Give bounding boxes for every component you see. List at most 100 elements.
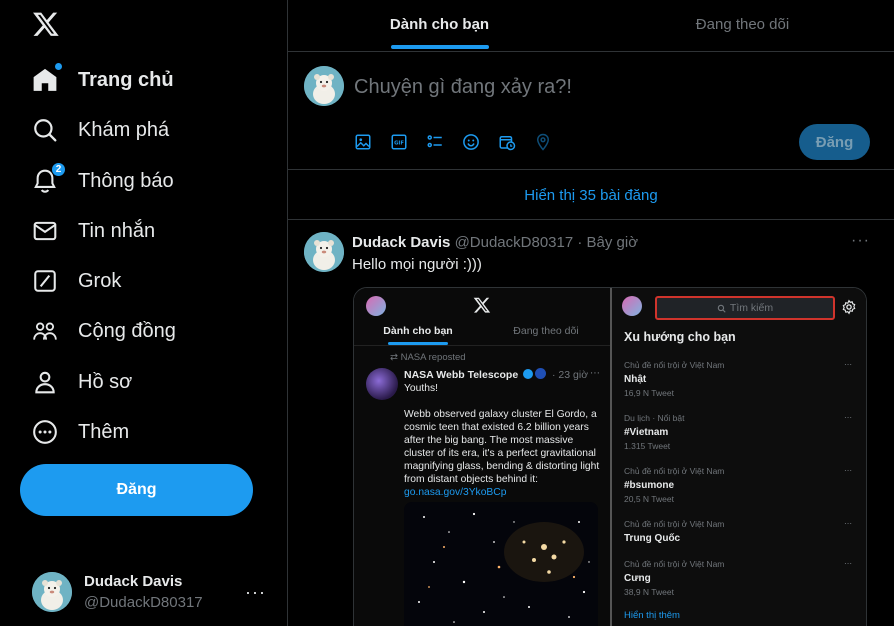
nav-label: Thêm (78, 420, 130, 443)
bell-icon: 2 (32, 162, 66, 194)
embedded-tab-underline (388, 342, 448, 345)
compose-input[interactable]: Chuyện gì đang xảy ra?! (354, 76, 572, 99)
nav-label: Hồ sơ (78, 370, 133, 393)
trend-count: 16,9 N Tweet (624, 388, 674, 398)
nav-label: Tin nhắn (78, 219, 156, 242)
galaxy-image (404, 502, 598, 626)
trend-name: Cưng (624, 573, 651, 584)
embedded-tab-label: Đang theo dõi (513, 325, 579, 337)
nav-profile[interactable]: Hồ sơ (32, 364, 132, 400)
nav-notifications[interactable]: 2 Thông báo (32, 162, 174, 199)
trend-more-icon: ⋯ (844, 413, 852, 422)
post-submit-button[interactable]: Đăng (799, 124, 870, 160)
tab-label: Đang theo dõi (695, 16, 790, 33)
avatar (32, 572, 72, 612)
tweet-media-image[interactable]: Dành cho bạn Đang theo dõi ⇄ NASA repost… (353, 287, 867, 626)
trend-item: Chủ đề nổi trội ở Việt Nam Nhật 16,9 N T… (624, 360, 854, 398)
tweet-meta: @DudackD80317 · Bây giờ (454, 234, 639, 251)
location-icon[interactable] (534, 132, 570, 152)
trends-show-more: Hiển thị thêm (624, 610, 680, 621)
embedded-timeline: Dành cho bạn Đang theo dõi ⇄ NASA repost… (354, 288, 610, 626)
gif-icon[interactable]: GIF (390, 132, 426, 152)
trend-item: Chủ đề nổi trội ở Việt Nam Cưng 38,9 N T… (624, 559, 854, 597)
poll-icon[interactable] (426, 132, 462, 152)
nav-explore[interactable]: Khám phá (32, 112, 169, 148)
tab-label: Dành cho bạn (389, 16, 490, 33)
avatar[interactable] (304, 66, 344, 106)
embedded-trends: Tìm kiếm Xu hướng cho bạn Chủ đề nổi trộ… (610, 288, 866, 626)
new-dot (55, 63, 62, 70)
avatar[interactable] (304, 232, 344, 272)
embedded-tweet-header: NASA Webb Telescope · 23 giờ (404, 368, 588, 381)
compose-toolbar: GIF (354, 132, 570, 152)
trend-more-icon: ⋯ (844, 360, 852, 369)
tab-for-you[interactable]: Dành cho bạn (288, 0, 591, 51)
embedded-link: go.nasa.gov/3YkoBCp (404, 487, 507, 498)
x-logo-icon (473, 297, 491, 313)
left-sidebar: Trang chủ Khám phá 2 Thông báo Tin nhắn … (0, 0, 288, 626)
account-switcher[interactable]: Dudack Davis @DudackD80317 ··· (32, 568, 272, 616)
person-icon (32, 369, 58, 395)
trend-context: Chủ đề nổi trội ở Việt Nam (624, 519, 725, 529)
trend-count: 38,9 N Tweet (624, 587, 674, 597)
people-icon (32, 318, 58, 344)
trend-count: 1.315 Tweet (624, 441, 671, 451)
home-icon (32, 63, 62, 93)
nav-more[interactable]: Thêm (32, 414, 129, 450)
x-logo-icon[interactable] (32, 10, 60, 38)
notification-badge: 2 (51, 162, 66, 177)
timeline-tabs: Dành cho bạn Đang theo dõi (288, 0, 894, 52)
trend-name: #Vietnam (624, 427, 669, 438)
trend-more-icon: ⋯ (844, 519, 852, 528)
gear-icon (842, 299, 856, 315)
trend-name: #bsumone (624, 480, 675, 491)
envelope-icon (32, 218, 58, 244)
trend-more-icon: ⋯ (844, 466, 852, 475)
nav-messages[interactable]: Tin nhắn (32, 213, 155, 249)
more-dots-icon[interactable]: ··· (245, 582, 266, 603)
embedded-tab: Đang theo dõi (482, 318, 610, 345)
trend-context: Chủ đề nổi trội ở Việt Nam (624, 559, 725, 569)
nasa-logo-icon (535, 368, 547, 379)
nav-label: Cộng đồng (78, 319, 176, 342)
account-name: Dudack Davis (84, 573, 183, 590)
nav-label: Grok (78, 269, 122, 292)
image-icon[interactable] (354, 132, 390, 152)
nav-communities[interactable]: Cộng đồng (32, 313, 176, 349)
embedded-avatar (622, 296, 642, 316)
post-button[interactable]: Đăng (20, 464, 253, 516)
nav-home[interactable]: Trang chủ (32, 62, 174, 98)
more-circle-icon (32, 419, 58, 445)
schedule-icon[interactable] (498, 132, 534, 152)
embedded-author: NASA Webb Telescope (404, 369, 519, 381)
nav-label: Thông báo (78, 169, 174, 192)
embedded-repost-label: ⇄ NASA reposted (390, 352, 466, 363)
tab-following[interactable]: Đang theo dõi (591, 0, 894, 51)
trends-title: Xu hướng cho bạn (624, 330, 736, 344)
embedded-more-icon: ⋯ (590, 368, 600, 379)
embedded-avatar (366, 296, 386, 316)
trend-context: Chủ đề nổi trội ở Việt Nam (624, 466, 725, 476)
tweet-more-icon[interactable]: ··· (851, 232, 870, 250)
embedded-tweet-avatar (366, 368, 398, 400)
embedded-line: Youths! (404, 383, 438, 394)
embedded-search-box: Tìm kiếm (655, 296, 835, 320)
embedded-tab-label: Dành cho bạn (383, 325, 453, 337)
embedded-text: Webb observed galaxy cluster El Gordo, a… (404, 409, 600, 485)
trend-item: Chủ đề nổi trội ở Việt Nam #bsumone 20,5… (624, 466, 854, 504)
grok-icon (32, 268, 58, 294)
nav-label: Khám phá (78, 118, 170, 141)
tab-underline (390, 45, 489, 49)
tweet-text: Hello mọi người :))) (352, 256, 482, 273)
search-icon (717, 304, 726, 313)
tweet-author-name[interactable]: Dudack Davis (352, 234, 450, 251)
trend-context: Du lịch · Nổi bật (624, 413, 685, 423)
emoji-icon[interactable] (462, 132, 498, 152)
account-handle: @DudackD80317 (84, 594, 203, 611)
show-new-posts[interactable]: Hiển thị 35 bài đăng (288, 170, 894, 220)
nav-grok[interactable]: Grok (32, 263, 121, 299)
tweet[interactable]: Dudack Davis @DudackD80317 · Bây giờ ···… (288, 220, 894, 626)
verified-icon (523, 369, 534, 379)
embedded-tab: Dành cho bạn (354, 318, 482, 345)
search-icon (32, 117, 58, 143)
